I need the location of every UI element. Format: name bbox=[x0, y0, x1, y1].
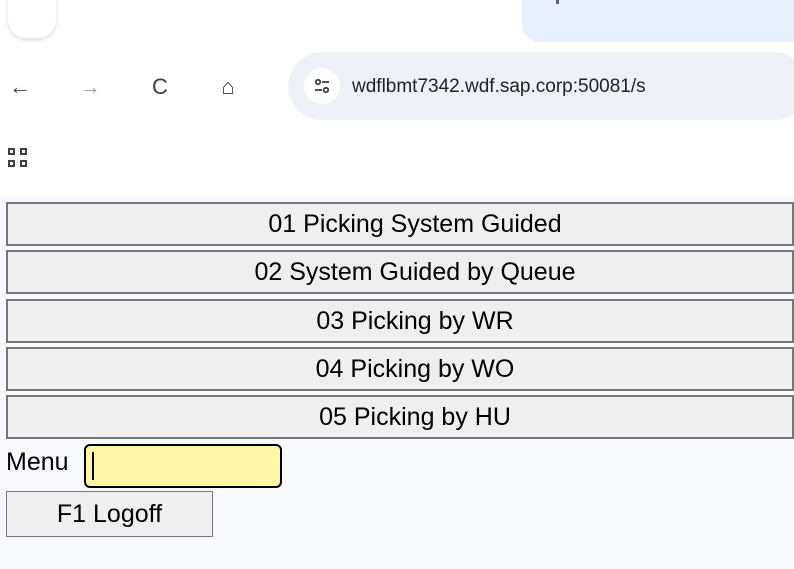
logoff-button[interactable]: F1 Logoff bbox=[6, 491, 213, 537]
url-text[interactable]: wdflbmt7342.wdf.sap.corp:50081/s bbox=[352, 76, 646, 98]
reload-icon[interactable]: C bbox=[146, 73, 174, 101]
browser-tab-strip bbox=[0, 0, 794, 42]
forward-icon[interactable]: → bbox=[76, 73, 104, 101]
browser-tab-active[interactable] bbox=[522, 0, 794, 42]
menu-input[interactable] bbox=[84, 444, 282, 488]
menu-item-picking-by-wo[interactable]: 04 Picking by WO bbox=[6, 347, 794, 391]
menu-item-picking-by-wr[interactable]: 03 Picking by WR bbox=[6, 299, 794, 343]
back-icon[interactable]: ← bbox=[6, 73, 34, 101]
menu-item-system-guided-by-queue[interactable]: 02 System Guided by Queue bbox=[6, 250, 794, 294]
menu-item-picking-system-guided[interactable]: 01 Picking System Guided bbox=[6, 202, 794, 246]
site-info-icon[interactable] bbox=[304, 68, 340, 104]
browser-tab-left[interactable] bbox=[8, 0, 56, 38]
text-caret bbox=[92, 452, 94, 480]
home-icon[interactable]: ⌂ bbox=[214, 73, 242, 101]
tab-indicator-icon bbox=[556, 0, 559, 4]
menu-input-label: Menu bbox=[6, 448, 69, 476]
menu-item-picking-by-hu[interactable]: 05 Picking by HU bbox=[6, 395, 794, 439]
apps-grid-icon[interactable] bbox=[8, 148, 30, 170]
